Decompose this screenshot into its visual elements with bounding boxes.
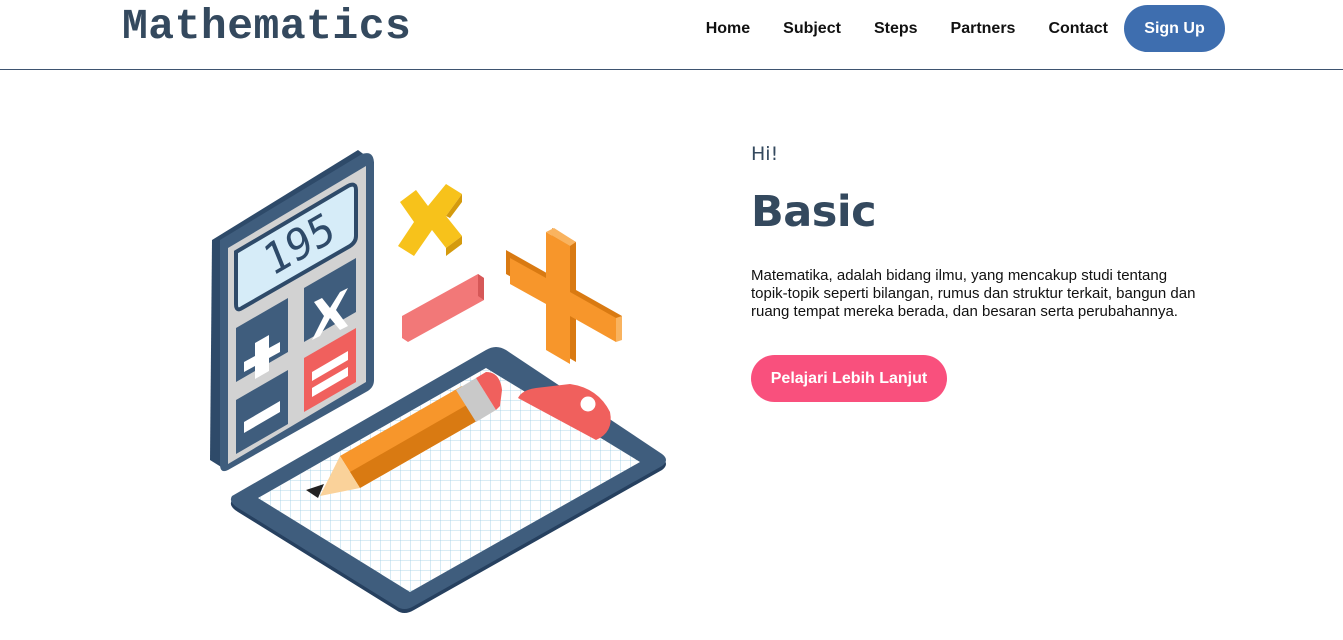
hero-description: Matematika, adalah bidang ilmu, yang men…: [751, 267, 1196, 320]
hero-title: Basic: [751, 187, 877, 237]
signup-button[interactable]: Sign Up: [1124, 5, 1225, 52]
nav-link-partners[interactable]: Partners: [951, 20, 1016, 38]
brand-logo[interactable]: Mathematics: [122, 2, 411, 51]
main-nav: Home Subject Steps Partners Contact Sign…: [706, 5, 1225, 52]
plus-symbol-icon: [506, 228, 622, 364]
calculator-icon: 195: [210, 150, 374, 472]
nav-link-home[interactable]: Home: [706, 20, 750, 38]
learn-more-button[interactable]: Pelajari Lebih Lanjut: [751, 355, 947, 402]
minus-symbol-icon: [402, 274, 484, 342]
math-illustration: 195: [210, 150, 666, 613]
nav-link-subject[interactable]: Subject: [783, 20, 841, 38]
top-navbar: Mathematics Home Subject Steps Partners …: [0, 0, 1343, 70]
hero-greeting: Hi!: [751, 143, 779, 165]
nav-link-contact[interactable]: Contact: [1048, 20, 1108, 38]
nav-link-steps[interactable]: Steps: [874, 20, 918, 38]
multiply-symbol-icon: [398, 184, 462, 256]
